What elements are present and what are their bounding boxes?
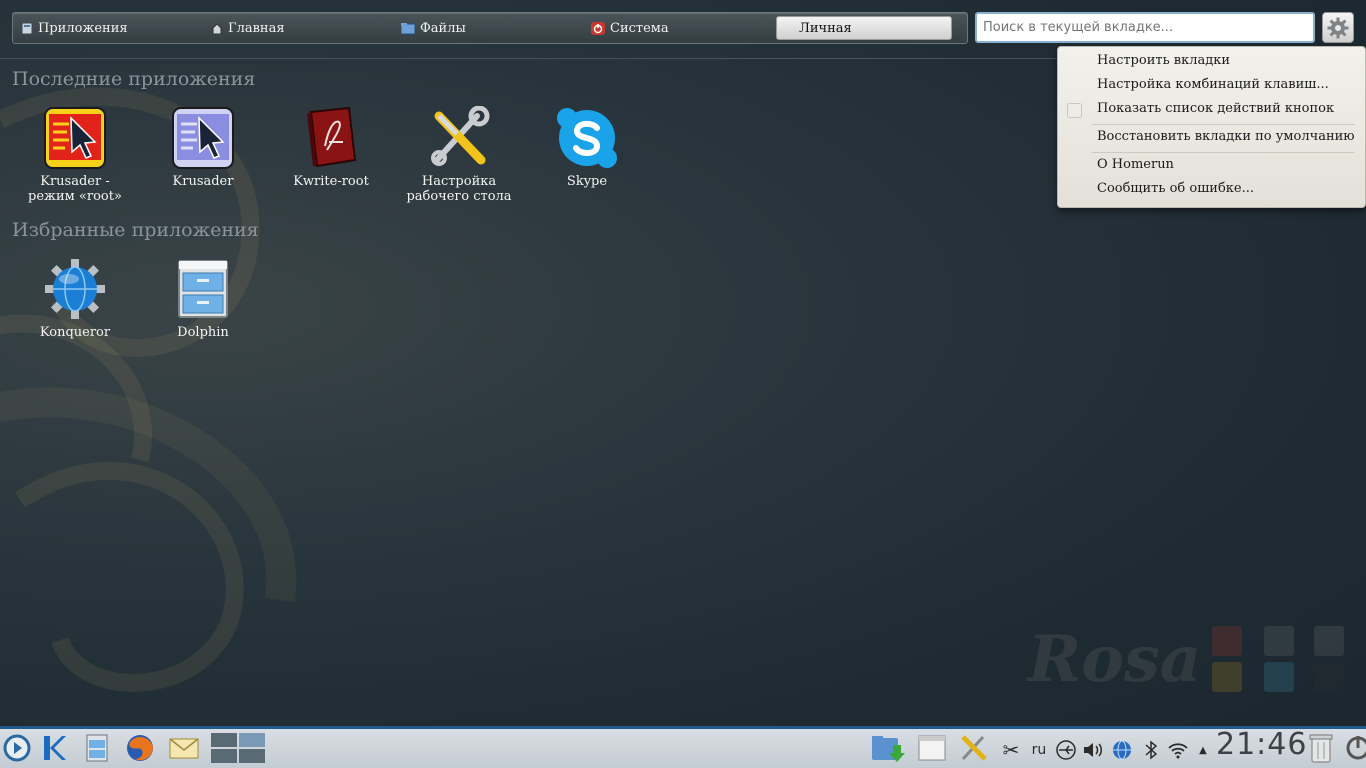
watermark-square — [1314, 662, 1344, 692]
app-krusader-root[interactable]: Krusader - режим «root» — [15, 106, 135, 204]
app-label: Настройка рабочего стола — [406, 174, 512, 204]
app-krusader[interactable]: Krusader — [143, 106, 263, 189]
chevron-up-icon: ▲ — [1199, 744, 1207, 756]
network-globe-button[interactable] — [1110, 732, 1134, 768]
downloads-button[interactable] — [870, 730, 906, 766]
firefox-icon — [127, 735, 153, 761]
search-input[interactable] — [975, 12, 1315, 43]
volume-icon — [1084, 743, 1102, 757]
settings-button[interactable] — [1322, 12, 1354, 43]
tab-applications[interactable]: Приложения — [21, 13, 128, 43]
wifi-icon — [1168, 743, 1188, 759]
trash-button[interactable] — [1306, 730, 1336, 766]
tools-icon — [961, 735, 987, 761]
tab-label: Система — [610, 20, 669, 36]
home-icon — [211, 22, 223, 34]
show-desktop-button[interactable] — [916, 730, 948, 766]
app-dolphin[interactable]: Dolphin — [143, 257, 263, 340]
kde-button[interactable] — [40, 730, 70, 766]
app-label: Krusader - режим «root» — [28, 174, 122, 204]
menu-item-show-actions[interactable]: Показать список действий кнопок — [1097, 98, 1334, 120]
app-label: Krusader — [172, 174, 234, 189]
app-desktop-settings[interactable]: Настройка рабочего стола — [399, 106, 519, 204]
watermark-square — [1264, 662, 1294, 692]
favorite-apps-title: Избранные приложения — [12, 219, 259, 241]
watermark-square — [1314, 626, 1344, 656]
tab-home[interactable]: Главная — [211, 13, 285, 43]
launcher-button[interactable] — [2, 730, 32, 766]
trash-icon — [1309, 734, 1333, 763]
menu-item-shortcuts[interactable]: Настройка комбинаций клавиш... — [1097, 74, 1329, 96]
app-label: Konqueror — [39, 325, 111, 340]
keyboard-layout-button[interactable]: ru — [1028, 732, 1050, 768]
menu-item-configure-tabs[interactable]: Настроить вкладки — [1097, 50, 1230, 72]
system-icon — [591, 21, 605, 35]
settings-menu: Настроить вкладки Настройка комбинаций к… — [1057, 46, 1366, 208]
konqueror-icon — [45, 259, 105, 319]
logout-button[interactable] — [1344, 730, 1366, 766]
skype-icon — [557, 108, 617, 168]
tab-label: Личная — [799, 20, 852, 36]
gear-icon — [1327, 17, 1349, 38]
download-folder-icon — [872, 736, 905, 762]
apps-tab-icon — [21, 22, 33, 34]
krusader-root-icon — [44, 107, 106, 169]
bluetooth-button[interactable] — [1140, 732, 1162, 768]
keyboard-layout-label: ru — [1031, 742, 1047, 758]
menu-item-report-bug[interactable]: Сообщить об ошибке... — [1097, 178, 1254, 200]
launcher-icon — [3, 734, 31, 762]
power-icon — [1346, 736, 1366, 760]
globe-icon — [1113, 740, 1131, 760]
tab-label: Файлы — [420, 20, 466, 36]
app-label: Dolphin — [177, 325, 229, 340]
tray-expand-button[interactable]: ▲ — [1196, 732, 1210, 768]
tools-icon — [431, 106, 490, 166]
menu-item-about[interactable]: О Homerun — [1097, 154, 1174, 176]
tab-system[interactable]: Система — [591, 13, 669, 43]
clock[interactable]: 21:46 — [1216, 727, 1307, 762]
app-skype[interactable]: Skype — [527, 106, 647, 189]
mail-icon — [169, 738, 199, 759]
tab-files[interactable]: Файлы — [401, 13, 466, 43]
file-manager-icon — [86, 734, 108, 762]
wifi-button[interactable] — [1166, 732, 1190, 768]
tab-label: Приложения — [38, 20, 128, 36]
kde-icon — [44, 736, 66, 760]
desktop-pager[interactable] — [209, 730, 267, 766]
app-label: Kwrite-root — [293, 174, 369, 189]
menu-item-restore-tabs[interactable]: Восстановить вкладки по умолчанию — [1097, 126, 1355, 148]
bluetooth-icon — [1145, 740, 1158, 760]
system-settings-button[interactable] — [958, 730, 990, 766]
usb-button[interactable] — [1054, 732, 1078, 768]
watermark-square — [1212, 626, 1242, 656]
watermark-square — [1212, 662, 1242, 692]
krusader-icon — [172, 107, 234, 169]
tab-label: Главная — [228, 20, 285, 36]
mail-button[interactable] — [168, 730, 200, 766]
menu-separator — [1092, 152, 1355, 153]
volume-button[interactable] — [1082, 732, 1104, 768]
show-actions-checkbox[interactable] — [1067, 103, 1082, 118]
rosa-watermark: Rosa — [1028, 622, 1202, 697]
tab-personal[interactable]: Личная — [776, 16, 952, 40]
app-kwrite-root[interactable]: Kwrite-root — [271, 106, 391, 189]
dolphin-icon — [178, 260, 228, 318]
firefox-button[interactable] — [124, 730, 156, 766]
app-konqueror[interactable]: Konqueror — [15, 257, 135, 340]
pager-icon — [211, 733, 265, 763]
scissors-icon: ✂ — [1002, 738, 1020, 762]
desktop-icon — [918, 735, 946, 761]
dolphin-taskbar-button[interactable] — [82, 730, 112, 766]
app-label: Skype — [566, 174, 608, 189]
clipboard-button[interactable]: ✂ — [1000, 732, 1022, 768]
kwrite-icon — [307, 106, 357, 168]
tab-bar: Приложения Главная Файлы Система Личная — [12, 12, 968, 44]
recent-apps-title: Последние приложения — [12, 68, 256, 90]
usb-icon — [1056, 740, 1076, 760]
watermark-square — [1264, 626, 1294, 656]
menu-separator — [1092, 124, 1355, 125]
folder-icon — [401, 22, 415, 34]
